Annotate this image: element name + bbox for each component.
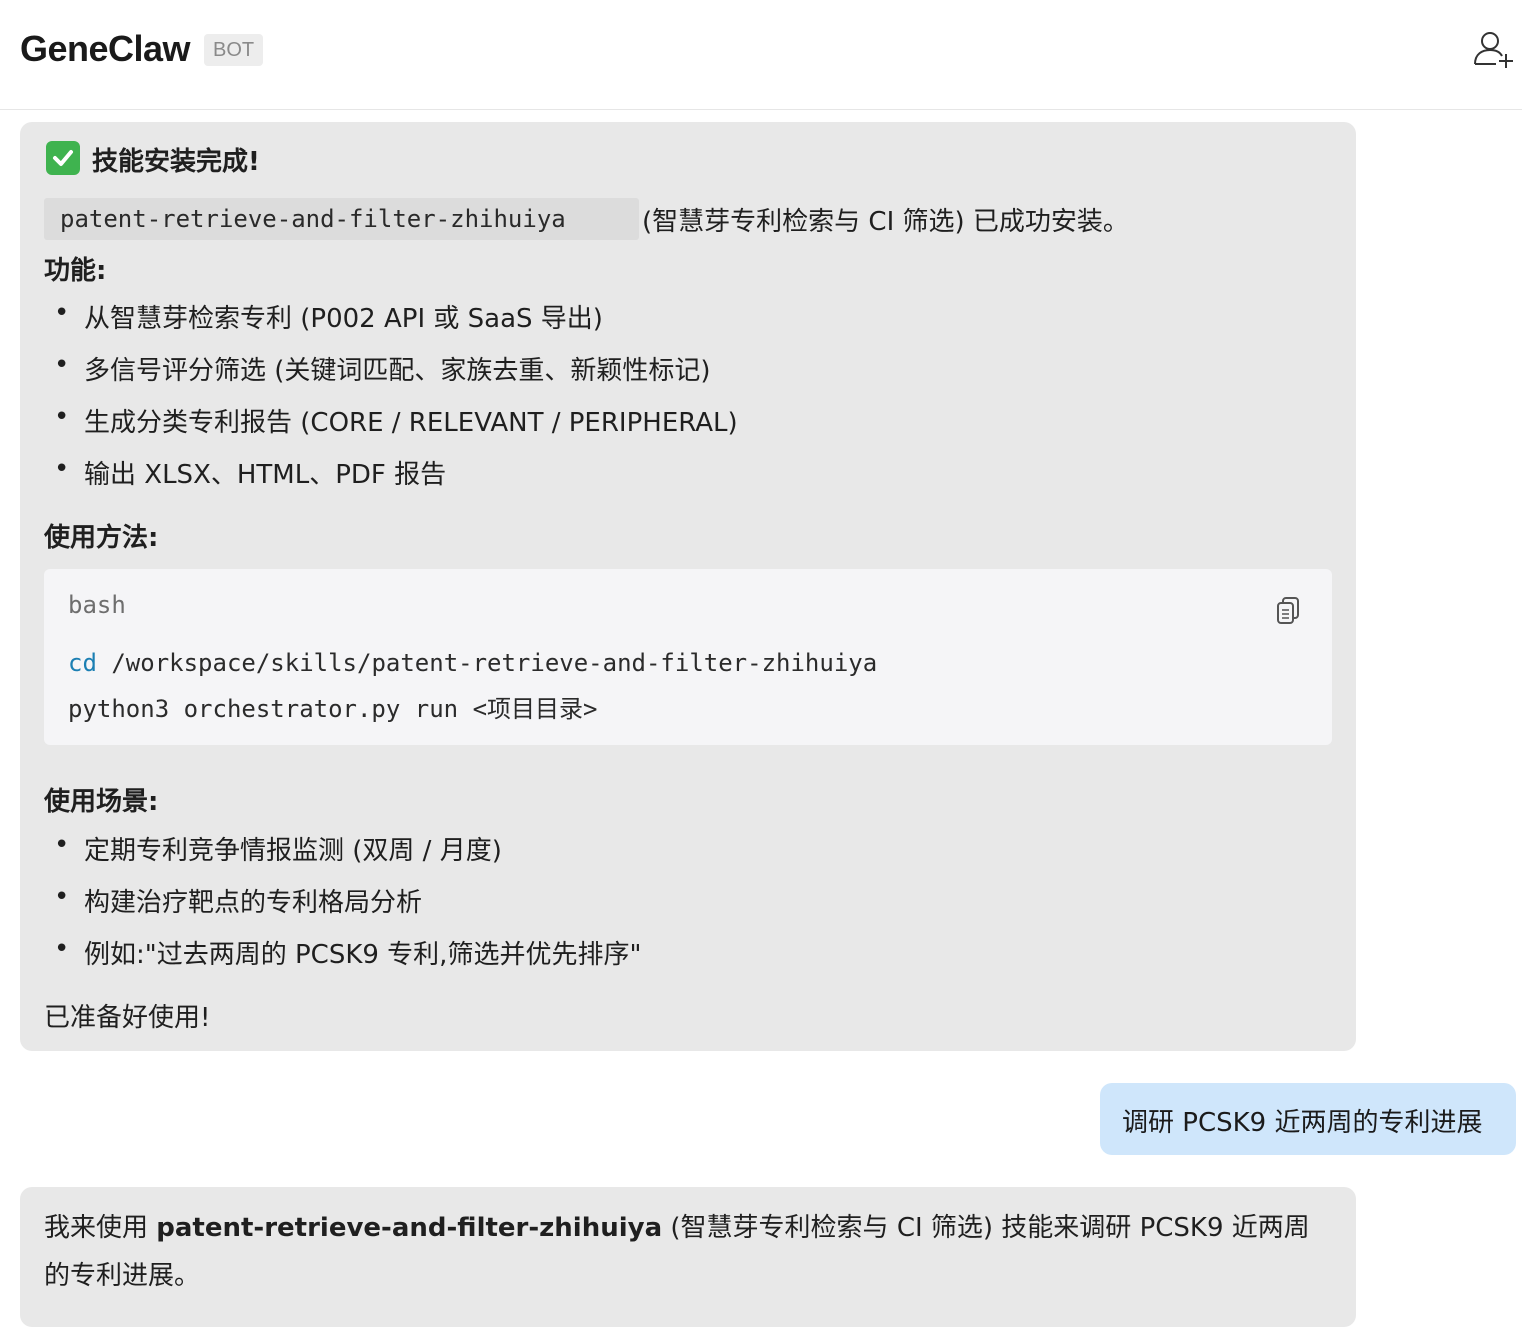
check-mark-icon (46, 141, 80, 175)
code-block: bash cd /workspace/skills/patent-retriev… (44, 569, 1332, 745)
chat-header: GeneClaw BOT (0, 0, 1522, 110)
message-text: 我来使用 patent-retrieve-and-filter-zhihuiya… (44, 1213, 1310, 1243)
bot-badge: BOT (204, 34, 264, 66)
add-user-icon[interactable] (1472, 30, 1516, 70)
user-message-text: 调研 PCSK9 近两周的专利进展 (1122, 1108, 1483, 1138)
code-line: cd /workspace/skills/patent-retrieve-and… (68, 649, 878, 677)
code-line: python3 orchestrator.py run <项目目录> (68, 695, 598, 723)
bot-message-bubble: 我来使用 patent-retrieve-and-filter-zhihuiya… (20, 1187, 1356, 1327)
install-heading: 技能安装完成! (92, 147, 260, 177)
closing-text: 已准备好使用! (44, 1003, 211, 1033)
features-title: 功能: (44, 256, 107, 286)
user-message-bubble: 调研 PCSK9 近两周的专利进展 (1100, 1083, 1516, 1155)
scenarios-title: 使用场景: (44, 787, 159, 817)
usage-title: 使用方法: (44, 523, 159, 553)
skill-name: patent-retrieve-and-filter-zhihuiya (156, 1213, 663, 1243)
message-text-line2: 的专利进展。 (44, 1261, 201, 1291)
app-title: GeneClaw (20, 28, 191, 69)
copy-icon[interactable] (1272, 593, 1306, 627)
bot-message-bubble: 技能安装完成! patent-retrieve-and-filter-zhihu… (20, 122, 1356, 1051)
code-language-label: bash (68, 591, 126, 619)
install-description: (智慧芽专利检索与 CI 筛选) 已成功安装。 (642, 207, 1129, 237)
skill-inline-code: patent-retrieve-and-filter-zhihuiya (44, 198, 639, 240)
